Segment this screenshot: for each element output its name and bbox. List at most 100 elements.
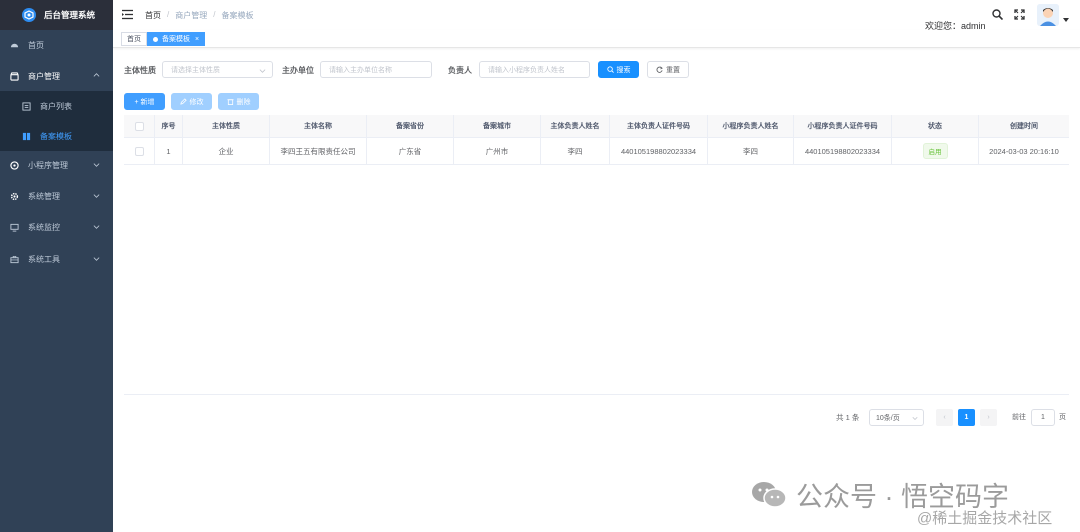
- cell-owner-id: 440105198802023334: [610, 138, 708, 164]
- col-owner-name: 主体负责人姓名: [541, 115, 610, 137]
- sidebar-item-home[interactable]: 首页: [0, 30, 113, 60]
- navbar: 首页 / 商户管理 / 备案模板 欢迎您：admin: [113, 0, 1080, 31]
- page-size-value: 10条/页: [876, 414, 900, 422]
- col-subject-name: 主体名称: [270, 115, 367, 137]
- row-select-cell: [124, 138, 155, 164]
- table-header: 序号 主体性质 主体名称 备案省份 备案城市 主体负责人姓名 主体负责人证件号码…: [124, 115, 1069, 138]
- tag-label: 备案模板: [162, 36, 190, 43]
- cell-status: 启用: [892, 138, 979, 164]
- col-created: 创建时间: [1010, 123, 1038, 130]
- hamburger-icon[interactable]: [122, 9, 133, 20]
- sidebar: 后台管理系统 首页 商户管理 商户列表 备案模板 小程序管理 系统管理 系统监控…: [0, 0, 113, 532]
- sidebar-item-monitor[interactable]: 系统监控: [0, 212, 113, 242]
- cell-subject-name: 李四王五有限责任公司: [270, 138, 367, 164]
- sidebar-item-label: 商户管理: [28, 71, 60, 81]
- col-app-owner-name: 小程序负责人姓名: [708, 115, 794, 137]
- logo-bar[interactable]: 后台管理系统: [0, 0, 113, 30]
- sidebar-item-label: 系统管理: [28, 191, 60, 201]
- active-dot-icon: [153, 36, 158, 42]
- sidebar-item-merchant[interactable]: 商户管理: [0, 61, 113, 91]
- subject-type-select[interactable]: 请选择主体性质: [162, 61, 273, 78]
- edit-button-label: 修改: [189, 98, 204, 106]
- caret-down-icon[interactable]: [1063, 17, 1069, 23]
- tag-home[interactable]: 首页: [121, 32, 147, 46]
- input-placeholder: 请输入小程序负责人姓名: [488, 66, 565, 74]
- shop-icon: [10, 71, 19, 81]
- breadcrumb-merchant: 商户管理: [175, 11, 208, 20]
- sidebar-item-label: 商户列表: [40, 101, 72, 111]
- sidebar-item-label: 小程序管理: [28, 160, 68, 170]
- wechat-icon: [752, 481, 787, 508]
- sidebar-item-system[interactable]: 系统管理: [0, 181, 113, 211]
- edit-icon: [179, 98, 187, 105]
- prev-page-button[interactable]: ‹: [936, 409, 953, 426]
- row-checkbox[interactable]: [134, 146, 144, 156]
- cell-subject-type: 企业: [183, 138, 270, 164]
- chevron-down-icon: [93, 194, 100, 198]
- sidebar-item-label: 备案模板: [40, 131, 72, 141]
- col-index: 序号: [155, 115, 183, 137]
- search-button-label: 搜索: [616, 66, 631, 74]
- page-size-select[interactable]: 10条/页: [869, 409, 924, 426]
- col-subject-type: 主体性质: [183, 115, 270, 137]
- select-all-cell: [124, 115, 155, 137]
- cell-owner-name: 李四: [541, 138, 610, 164]
- chevron-down-icon: [259, 69, 266, 73]
- cell-app-owner-name: 李四: [708, 138, 794, 164]
- chevron-down-icon: [93, 257, 100, 261]
- owner-input[interactable]: 请输入小程序负责人姓名: [479, 61, 590, 78]
- page-number-button[interactable]: 1: [958, 409, 975, 426]
- breadcrumb-separator: /: [167, 10, 170, 19]
- sidebar-item-label: 首页: [28, 40, 44, 50]
- reset-button[interactable]: 重置: [647, 61, 689, 78]
- col-owner-id: 主体负责人证件号码: [610, 115, 708, 137]
- organizer-label: 主办单位: [282, 66, 314, 75]
- dashboard-icon: [10, 41, 19, 50]
- sidebar-item-miniapp[interactable]: 小程序管理: [0, 150, 113, 180]
- app-root: 后台管理系统 首页 商户管理 商户列表 备案模板 小程序管理 系统管理 系统监控…: [0, 0, 1080, 532]
- template-icon: [22, 132, 31, 141]
- sidebar-item-filing-template[interactable]: 备案模板: [0, 121, 113, 151]
- delete-icon: [226, 99, 234, 105]
- tags-view: 首页 备案模板 ×: [113, 30, 1080, 48]
- delete-button-label: 删除: [236, 98, 251, 106]
- refresh-icon: [656, 66, 663, 73]
- col-status: 状态: [892, 115, 979, 137]
- edit-button[interactable]: 修改: [171, 93, 212, 110]
- add-button[interactable]: + 新增: [124, 93, 165, 110]
- search-button[interactable]: 搜索: [598, 61, 639, 78]
- goto-page-input[interactable]: 1: [1031, 409, 1055, 426]
- breadcrumb-current: 备案模板: [221, 11, 254, 20]
- list-icon: [22, 101, 31, 111]
- fullscreen-icon[interactable]: [1014, 9, 1025, 20]
- sidebar-item-merchant-list[interactable]: 商户列表: [0, 91, 113, 121]
- breadcrumb-separator: /: [213, 10, 216, 19]
- owner-label: 负责人: [448, 66, 472, 75]
- monitor-icon: [10, 223, 19, 232]
- logo-icon: [22, 8, 36, 22]
- cell-index: 1: [155, 138, 183, 164]
- sidebar-item-tools[interactable]: 系统工具: [0, 244, 113, 274]
- search-icon[interactable]: [992, 9, 1003, 20]
- cell-province: 广东省: [367, 138, 454, 164]
- breadcrumb-home[interactable]: 首页: [145, 10, 161, 21]
- avatar[interactable]: [1037, 4, 1059, 26]
- app-title: 后台管理系统: [44, 10, 96, 20]
- col-app-owner-id: 小程序负责人证件号码: [794, 115, 892, 137]
- miniapp-icon: [10, 160, 19, 170]
- next-page-button[interactable]: ›: [980, 409, 997, 426]
- pagination-total: 共 1 条: [836, 413, 860, 422]
- organizer-input[interactable]: 请输入主办单位名称: [320, 61, 432, 78]
- select-all-checkbox[interactable]: [134, 121, 144, 131]
- table-row[interactable]: 1 企业 李四王五有限责任公司 广东省 广州市 李四 4401051988020…: [124, 138, 1069, 165]
- breadcrumb: 首页 / 商户管理 / 备案模板: [145, 10, 253, 21]
- col-province: 备案省份: [367, 115, 454, 137]
- tag-filing-template[interactable]: 备案模板 ×: [147, 32, 206, 46]
- input-placeholder: 请输入主办单位名称: [329, 66, 392, 74]
- close-icon[interactable]: ×: [195, 36, 199, 43]
- data-table: 序号 主体性质 主体名称 备案省份 备案城市 主体负责人姓名 主体负责人证件号码…: [124, 115, 1069, 395]
- delete-button[interactable]: 删除: [218, 93, 259, 110]
- chevron-up-icon: [93, 73, 100, 77]
- chevron-down-icon: [912, 416, 918, 421]
- add-button-label: + 新增: [134, 98, 155, 106]
